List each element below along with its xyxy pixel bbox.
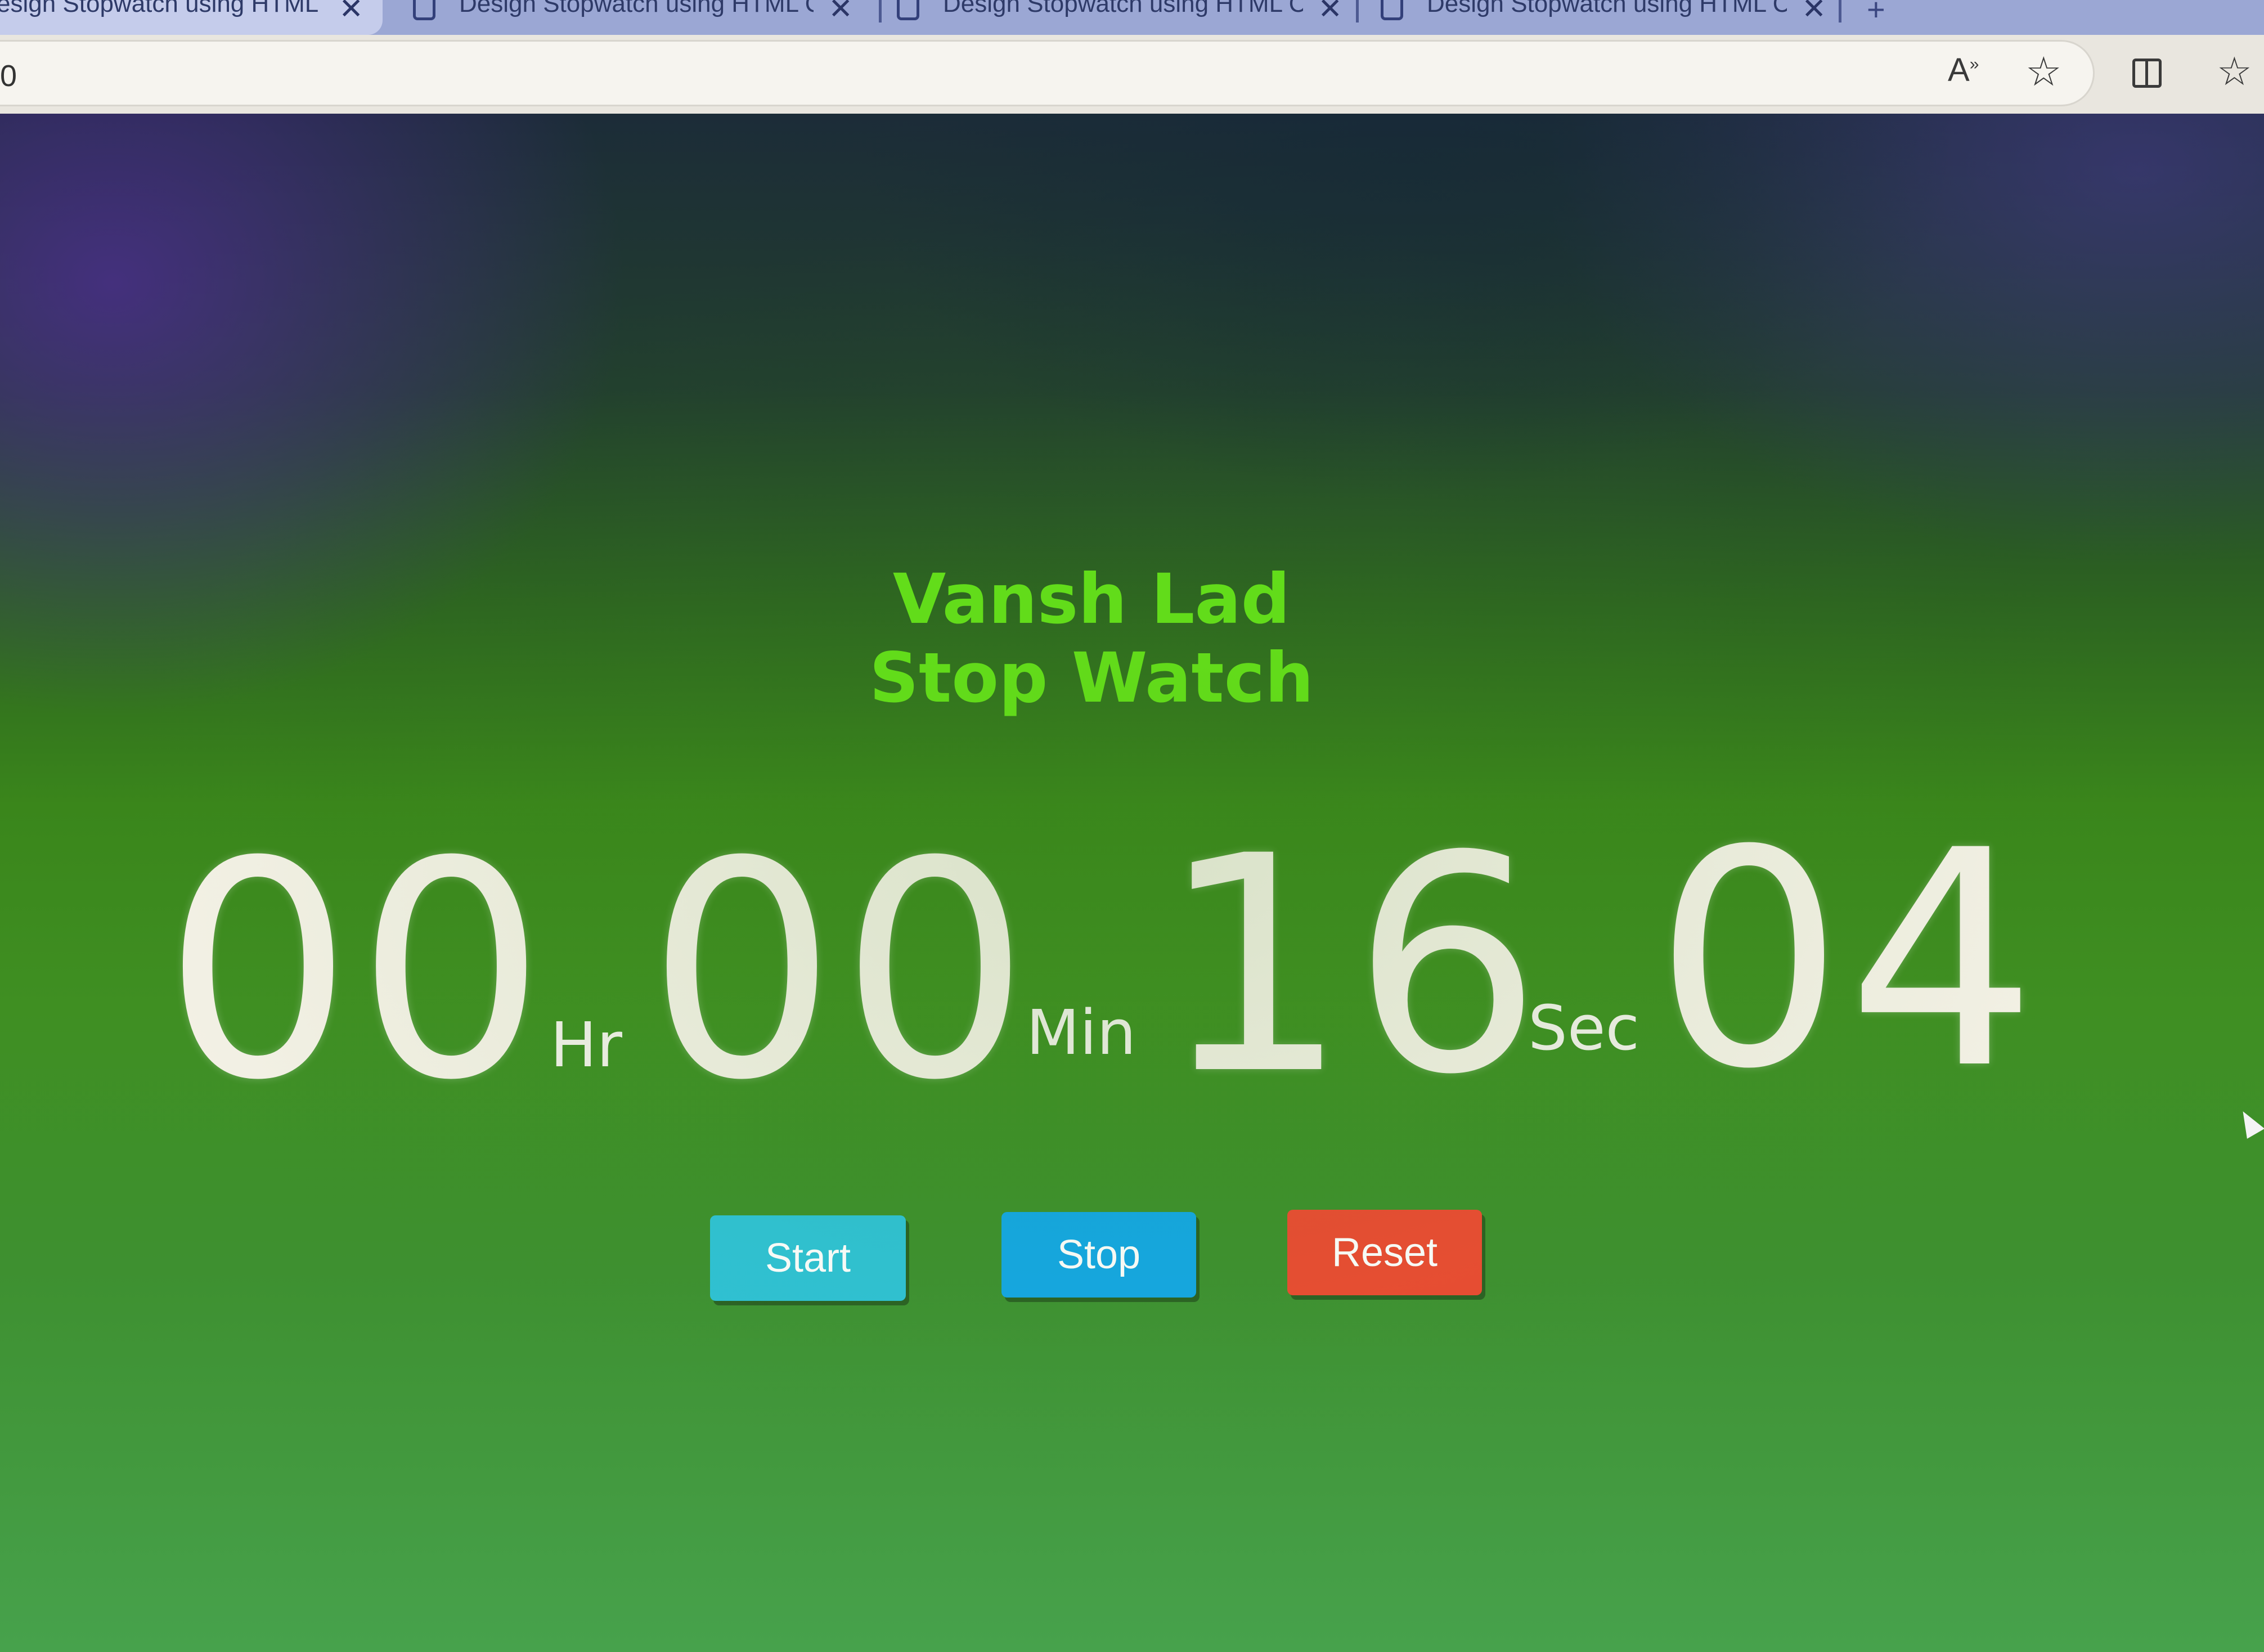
start-button[interactable]: Start [710,1215,906,1301]
read-aloud-icon[interactable]: A» [1948,54,1979,87]
tab-separator [1839,0,1841,23]
tab-title: Design Stopwatch using HTML C [459,0,814,17]
centiseconds-display: 04 [1654,787,2041,1134]
tab-title: Design Stopwatch using HTML C [943,0,1304,17]
tab-3[interactable]: Design Stopwatch using HTML C ✕ [878,0,1362,35]
tab-4[interactable]: Design Stopwatch using HTML C ✕ [1362,0,1845,35]
minutes-display: 00 [647,798,1034,1145]
seconds-unit-label: Sec [1528,992,1639,1064]
address-bar: 0 A» ☆ ☆ [0,35,2264,114]
stopwatch-page: Vansh Lad Stop Watch 00 Hr 00 Min 16 Sec… [0,114,2264,1652]
url-field[interactable]: 0 [0,42,2093,105]
tab-2[interactable]: Design Stopwatch using HTML C ✕ [394,0,872,35]
read-aloud-waves: » [1969,55,1979,74]
page-icon [897,0,919,20]
new-tab-button[interactable]: + [1867,0,1885,28]
read-aloud-glyph: A [1948,52,1970,88]
hours-display: 00 [163,798,550,1145]
star-icon[interactable]: ☆ [2025,52,2062,92]
close-icon[interactable]: ✕ [828,0,853,26]
minutes-unit-label: Min [1026,996,1137,1069]
stop-button[interactable]: Stop [1001,1212,1196,1298]
reset-button[interactable]: Reset [1287,1210,1482,1295]
url-text: 0 [0,59,17,93]
tab-1[interactable]: esign Stopwatch using HTML C ✕ [0,0,383,35]
author-heading: Vansh Lad [892,559,1291,639]
close-icon[interactable]: ✕ [339,0,363,26]
favorites-icon[interactable]: ☆ [2217,52,2252,91]
hours-unit-label: Hr [550,1009,622,1081]
tab-title: esign Stopwatch using HTML C [0,0,325,17]
seconds-display: 16 [1159,792,1546,1139]
page-icon [1381,0,1403,20]
tab-title: Design Stopwatch using HTML C [1427,0,1787,17]
tab-bar: esign Stopwatch using HTML C ✕ Design St… [0,0,2264,35]
page-icon [413,0,435,20]
close-icon[interactable]: ✕ [1318,0,1342,26]
split-screen-icon[interactable] [2132,59,2162,88]
page-title: Stop Watch [869,638,1314,718]
close-icon[interactable]: ✕ [1802,0,1826,26]
mouse-cursor-icon [2234,1106,2264,1139]
tab-separator [1356,0,1359,23]
screen: esign Stopwatch using HTML C ✕ Design St… [0,0,2264,1652]
